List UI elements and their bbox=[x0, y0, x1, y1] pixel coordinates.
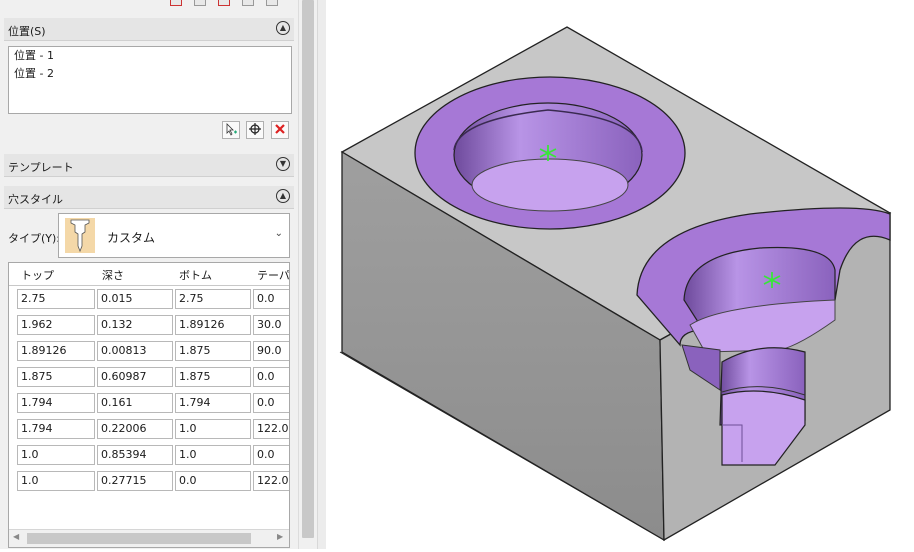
table-cell[interactable]: 2.75 bbox=[17, 289, 95, 309]
tool-icon[interactable] bbox=[266, 0, 278, 6]
tool-icon[interactable] bbox=[218, 0, 230, 6]
hole-style-section-header[interactable]: 穴スタイル ▲ bbox=[4, 186, 294, 209]
scrollbar-thumb[interactable] bbox=[302, 0, 314, 538]
position-section-title: 位置(S) bbox=[8, 25, 46, 38]
hole-style-section-title: 穴スタイル bbox=[8, 193, 63, 206]
table-cell[interactable]: 1.89126 bbox=[17, 341, 95, 361]
3d-viewport[interactable] bbox=[326, 0, 914, 549]
table-cell[interactable]: 0.0 bbox=[253, 393, 289, 413]
table-header: トップ 深さ ボトム テーパー bbox=[9, 263, 289, 298]
table-cell[interactable]: 0.0 bbox=[253, 289, 289, 309]
chevron-up-icon[interactable]: ▲ bbox=[276, 21, 290, 35]
table-cell[interactable]: 1.0 bbox=[175, 445, 251, 465]
chevron-down-icon[interactable]: ⌄ bbox=[275, 228, 283, 239]
table-cell[interactable]: 0.27715 bbox=[97, 471, 173, 491]
table-row: 1.962 0.132 1.89126 30.0 bbox=[9, 313, 289, 339]
chevron-up-icon[interactable]: ▲ bbox=[276, 189, 290, 203]
table-cell[interactable]: 0.85394 bbox=[97, 445, 173, 465]
list-item[interactable]: 位置 - 2 bbox=[9, 65, 291, 83]
table-cell[interactable]: 1.875 bbox=[17, 367, 95, 387]
hole-type-dropdown[interactable]: カスタム ⌄ bbox=[58, 213, 290, 258]
table-row: 1.875 0.60987 1.875 0.0 bbox=[9, 365, 289, 391]
crosshair-icon[interactable] bbox=[246, 121, 264, 139]
table-cell[interactable]: 2.75 bbox=[175, 289, 251, 309]
table-cell[interactable]: 1.875 bbox=[175, 367, 251, 387]
part-model bbox=[339, 26, 892, 542]
tool-icon[interactable] bbox=[194, 0, 206, 6]
tool-icon[interactable] bbox=[170, 0, 182, 6]
table-cell[interactable]: 0.015 bbox=[97, 289, 173, 309]
table-cell[interactable]: 0.60987 bbox=[97, 367, 173, 387]
table-cell[interactable]: 1.794 bbox=[175, 393, 251, 413]
table-cell[interactable]: 1.962 bbox=[17, 315, 95, 335]
table-cell[interactable]: 1.89126 bbox=[175, 315, 251, 335]
property-panel: 位置(S) ▲ 位置 - 1 位置 - 2 テンプレート ▼ 穴スタイル ▲ タ… bbox=[0, 0, 298, 549]
table-cell[interactable]: 0.00813 bbox=[97, 341, 173, 361]
top-toolbar-remnant bbox=[170, 0, 280, 6]
table-cell[interactable]: 1.0 bbox=[17, 471, 95, 491]
table-cell[interactable]: 30.0 bbox=[253, 315, 289, 335]
table-row: 1.794 0.22006 1.0 122.0 bbox=[9, 417, 289, 443]
table-cell[interactable]: 0.22006 bbox=[97, 419, 173, 439]
panel-splitter[interactable] bbox=[317, 0, 326, 549]
column-header-depth[interactable]: 深さ bbox=[102, 267, 124, 283]
scrollbar-thumb[interactable] bbox=[27, 533, 251, 544]
table-row: 1.0 0.85394 1.0 0.0 bbox=[9, 443, 289, 469]
delete-x-icon[interactable] bbox=[271, 121, 289, 139]
table-cell[interactable]: 1.794 bbox=[17, 419, 95, 439]
position-section-header[interactable]: 位置(S) ▲ bbox=[4, 18, 294, 41]
chevron-down-icon[interactable]: ▼ bbox=[276, 157, 290, 171]
position-list[interactable]: 位置 - 1 位置 - 2 bbox=[8, 46, 292, 114]
table-row: 1.0 0.27715 0.0 122.0 bbox=[9, 469, 289, 495]
column-header-top[interactable]: トップ bbox=[21, 267, 54, 283]
table-cell[interactable]: 0.161 bbox=[97, 393, 173, 413]
list-item[interactable]: 位置 - 1 bbox=[9, 47, 291, 65]
panel-vertical-scrollbar[interactable] bbox=[298, 0, 318, 549]
table-cell[interactable]: 0.0 bbox=[175, 471, 251, 491]
horizontal-scrollbar[interactable]: ◀ ▶ bbox=[9, 529, 289, 547]
table-cell[interactable]: 0.0 bbox=[253, 445, 289, 465]
table-cell[interactable]: 90.0 bbox=[253, 341, 289, 361]
scroll-right-icon[interactable]: ▶ bbox=[277, 532, 283, 541]
type-label: タイプ(Y): bbox=[8, 232, 61, 245]
hole-type-value: カスタム bbox=[107, 231, 156, 245]
template-section-title: テンプレート bbox=[8, 161, 74, 174]
select-add-icon[interactable] bbox=[222, 121, 240, 139]
column-header-bottom[interactable]: ボトム bbox=[179, 267, 212, 283]
scroll-left-icon[interactable]: ◀ bbox=[13, 532, 19, 541]
table-cell[interactable]: 122.0 bbox=[253, 419, 289, 439]
hole-type-thumbnail-icon bbox=[65, 218, 95, 253]
table-cell[interactable]: 0.0 bbox=[253, 367, 289, 387]
table-row: 2.75 0.015 2.75 0.0 bbox=[9, 287, 289, 313]
table-row: 1.89126 0.00813 1.875 90.0 bbox=[9, 339, 289, 365]
tool-icon[interactable] bbox=[242, 0, 254, 6]
table-cell[interactable]: 0.132 bbox=[97, 315, 173, 335]
template-section-header[interactable]: テンプレート ▼ bbox=[4, 154, 294, 177]
table-row: 1.794 0.161 1.794 0.0 bbox=[9, 391, 289, 417]
hole-segment-table: トップ 深さ ボトム テーパー 2.750.0152.750.01.9620.1… bbox=[8, 262, 290, 548]
table-cell[interactable]: 122.0 bbox=[253, 471, 289, 491]
table-cell[interactable]: 1.0 bbox=[17, 445, 95, 465]
table-cell[interactable]: 1.875 bbox=[175, 341, 251, 361]
table-cell[interactable]: 1.794 bbox=[17, 393, 95, 413]
table-cell[interactable]: 1.0 bbox=[175, 419, 251, 439]
